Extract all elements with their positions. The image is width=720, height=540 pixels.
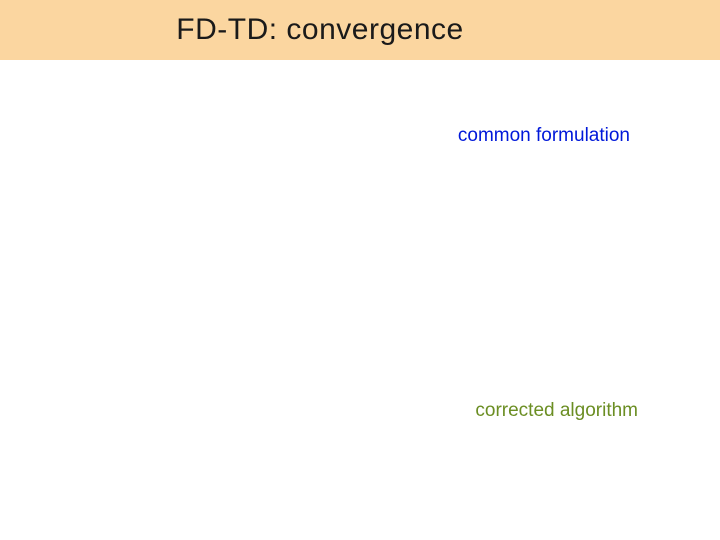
label-corrected-algorithm: corrected algorithm	[475, 400, 638, 422]
slide-title: FD-TD: convergence	[176, 13, 463, 47]
label-common-formulation: common formulation	[458, 125, 630, 147]
slide-title-bar: FD-TD: convergence	[0, 0, 720, 60]
